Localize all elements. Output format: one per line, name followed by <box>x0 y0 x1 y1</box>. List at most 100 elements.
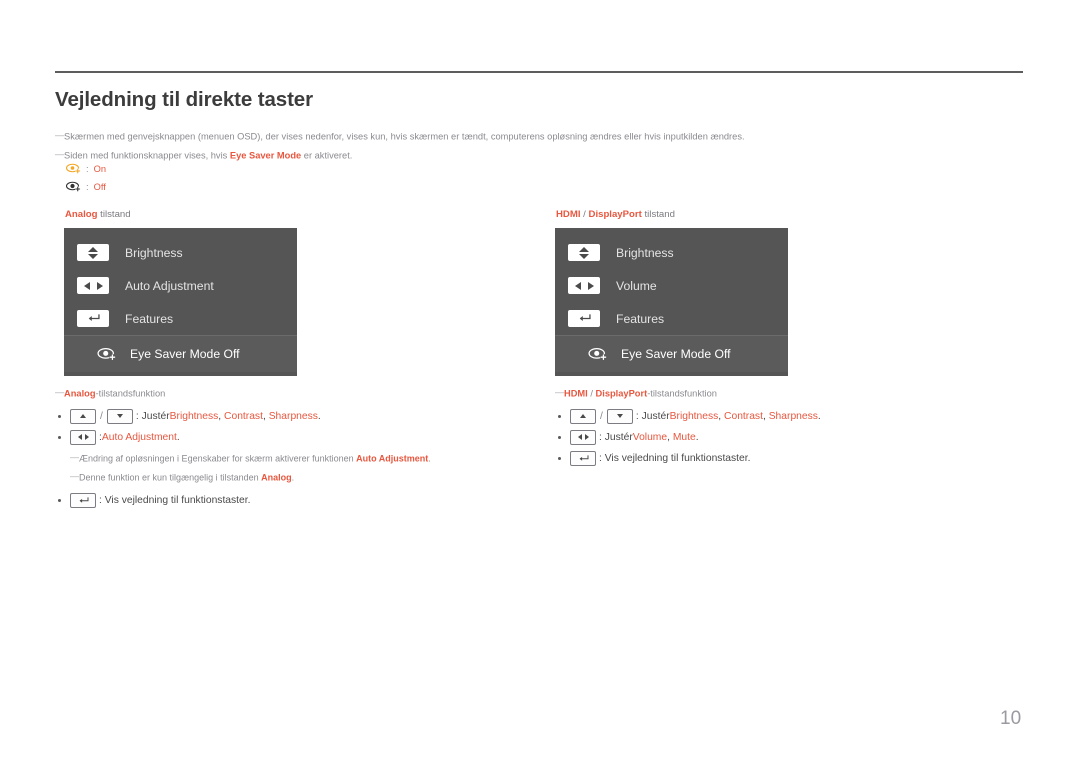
triangle-down-icon <box>616 414 623 418</box>
eye-saver-off-icon <box>66 181 81 192</box>
osd-label: Brightness <box>125 245 183 260</box>
intro-note-2-pre: Siden med funktionsknapper vises, hvis <box>64 150 230 161</box>
osd-top-padding <box>64 228 297 236</box>
osd-eye-saver-label: Eye Saver Mode Off <box>130 347 240 361</box>
eye-saver-icon <box>588 347 608 361</box>
leftright-pair <box>83 281 103 290</box>
osd-menu-analog: Brightness Auto Adjustment Features Eye … <box>64 228 297 376</box>
bullet-dot-icon <box>58 414 61 418</box>
osd-row-features[interactable]: Features <box>555 302 788 335</box>
note-dash-icon: — <box>55 149 65 159</box>
triangle-left-icon <box>83 281 90 290</box>
triangle-left-icon <box>77 434 82 440</box>
updown-stack <box>88 246 98 259</box>
section-label-analog-highlight: Analog <box>65 209 98 220</box>
displayport-subtitle-highlight: DisplayPort <box>595 388 648 399</box>
indent-note-2-pre: Denne funktion er kun tilgængelig i tils… <box>79 472 262 483</box>
enter-key-icon <box>77 310 109 327</box>
indent-note-1-pre: Ændring af opløsningen i Egenskaber for … <box>79 453 357 463</box>
osd-menu-hdmi-displayport: Brightness Volume Features Eye Saver Mod… <box>555 228 788 376</box>
osd-label: Auto Adjustment <box>125 278 214 293</box>
legend-separator: : <box>86 163 89 174</box>
triangle-up-icon <box>580 414 586 418</box>
list-item-term: Contrast <box>224 410 263 422</box>
list-item-term: Contrast <box>724 410 763 422</box>
up-key-icon <box>70 408 96 424</box>
triangle-down-icon <box>116 414 123 418</box>
leftright-pair <box>574 281 594 290</box>
left-right-key-icon <box>77 277 109 294</box>
legend-separator: : <box>86 181 89 192</box>
osd-eye-saver-label: Eye Saver Mode Off <box>621 347 731 361</box>
eye-saver-on-icon <box>66 163 81 174</box>
intro-note-1-text: Skærmen med genvejsknappen (menuen OSD),… <box>64 131 745 142</box>
osd-label: Features <box>125 311 174 326</box>
osd-row-features[interactable]: Features <box>64 302 297 335</box>
section-label-separator: / <box>580 209 589 220</box>
analog-subtitle-highlight: Analog <box>64 388 96 399</box>
osd-label: Features <box>616 311 665 326</box>
triangle-down-icon <box>88 253 98 259</box>
enter-key-icon <box>568 310 600 327</box>
triangle-right-icon <box>84 434 89 440</box>
key-separator: / <box>100 410 103 422</box>
list-item-term: Auto Adjustment <box>101 431 177 443</box>
section-label-displayport-highlight: DisplayPort <box>588 209 642 220</box>
osd-row-eye-saver[interactable]: Eye Saver Mode Off <box>555 335 788 372</box>
indent-note-2-highlight: Analog <box>261 472 292 483</box>
section-label-hdmi-displayport: HDMI / DisplayPort tilstand <box>556 209 675 220</box>
section-label-hdmi-highlight: HDMI <box>556 209 581 220</box>
triangle-up-icon <box>88 246 98 252</box>
list-item-term: Sharpness <box>268 410 318 422</box>
note-dash-icon: — <box>555 387 565 397</box>
legend-off-label: Off <box>93 181 106 192</box>
indent-note-2: —Denne funktion er kun tilgængelig i til… <box>70 470 431 485</box>
indent-note-1-post: . <box>428 453 431 463</box>
left-right-key-icon <box>70 429 96 445</box>
triangle-down-icon <box>579 253 589 259</box>
bullet-dot-icon <box>58 498 61 502</box>
intro-note-2: —Siden med funktionsknapper vises, hvis … <box>55 148 352 163</box>
triangle-left-icon <box>577 434 582 440</box>
list-item-suffix: . <box>817 410 821 422</box>
hdmi-subtitle-rest: -tilstandsfunktion <box>647 388 717 399</box>
left-right-key-icon <box>570 429 596 445</box>
document-page: Vejledning til direkte taster —Skærmen m… <box>0 0 1080 763</box>
osd-row-brightness[interactable]: Brightness <box>64 236 297 269</box>
enter-key-icon <box>70 492 96 508</box>
hdmi-subtitle: —HDMI / DisplayPort-tilstandsfunktion <box>555 386 821 401</box>
analog-mode-function-list: —Analog-tilstandsfunktion / : Justér Bri… <box>55 386 431 511</box>
intro-note-2-post: er aktiveret. <box>301 150 353 161</box>
down-key-icon <box>606 408 633 424</box>
note-dash-icon: — <box>55 130 65 140</box>
list-item: : Justér Volume, Mute. <box>555 427 821 448</box>
page-title: Vejledning til direkte taster <box>55 88 313 111</box>
header-divider <box>55 71 1023 73</box>
osd-row-auto-adjustment[interactable]: Auto Adjustment <box>64 269 297 302</box>
osd-row-eye-saver[interactable]: Eye Saver Mode Off <box>64 335 297 372</box>
section-label-analog: Analog tilstand <box>65 209 131 220</box>
indent-note-1: —Ændring af opløsningen i Egenskaber for… <box>70 451 431 466</box>
list-item-term: Volume <box>632 431 668 443</box>
bullet-dot-icon <box>58 435 61 439</box>
triangle-right-icon <box>587 281 594 290</box>
list-item-term: Mute <box>672 431 696 443</box>
triangle-up-icon <box>80 414 86 418</box>
osd-row-brightness[interactable]: Brightness <box>555 236 788 269</box>
note-dash-icon: — <box>70 471 79 481</box>
osd-row-volume[interactable]: Volume <box>555 269 788 302</box>
indent-note-2-post: . <box>291 472 295 483</box>
list-item-prefix: : Justér <box>135 410 170 422</box>
list-item-term: Sharpness <box>768 410 818 422</box>
list-item: / : Justér Brightness, Contrast, Sharpne… <box>55 406 431 427</box>
list-item-prefix: : Justér <box>599 431 633 443</box>
note-dash-icon: — <box>70 451 79 462</box>
osd-bottom-padding <box>555 372 788 376</box>
triangle-up-icon <box>579 246 589 252</box>
note-dash-icon: — <box>55 387 65 397</box>
analog-subtitle: —Analog-tilstandsfunktion <box>55 386 431 401</box>
list-item-term: Brightness <box>169 410 219 422</box>
hdmi-displayport-mode-function-list: —HDMI / DisplayPort-tilstandsfunktion / … <box>555 386 821 469</box>
triangle-right-icon <box>584 434 589 440</box>
triangle-left-icon <box>574 281 581 290</box>
